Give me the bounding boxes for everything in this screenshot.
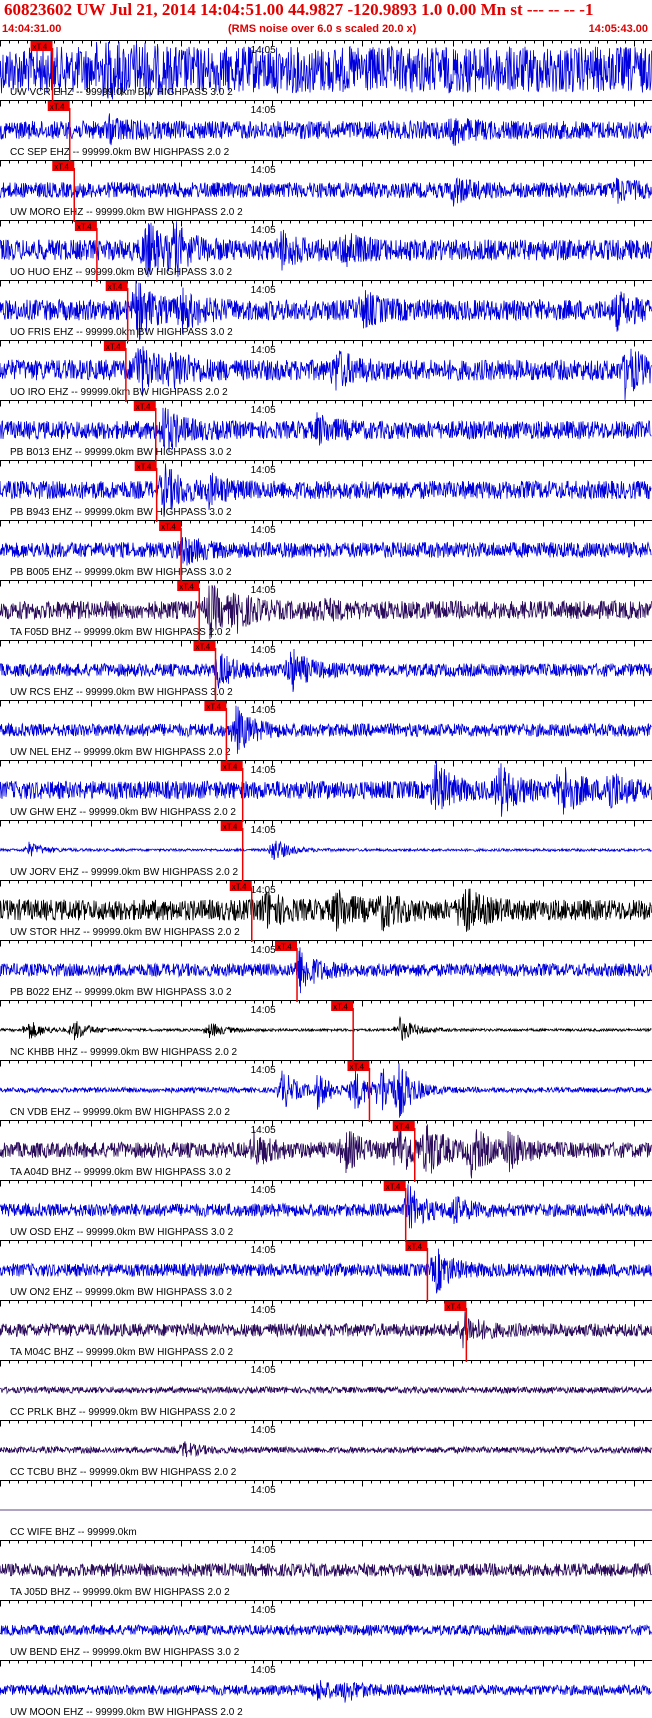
pick-label: xT.4 [333, 1003, 348, 1012]
waveform [0, 648, 652, 692]
time-marker-label: 14:05 [251, 945, 276, 956]
trace-label: PB B013 EHZ -- 99999.0km BW HIGHPASS 3.0… [10, 447, 232, 458]
time-marker-label: 14:05 [251, 1245, 276, 1256]
trace-label: UW VCR EHZ -- 99999.0km BW HIGHPASS 3.0 … [10, 87, 233, 98]
trace-label: TA F05D BHZ -- 99999.0km BW HIGHPASS 2.0… [10, 627, 231, 638]
trace-label: PB B005 EHZ -- 99999.0km BW HIGHPASS 3.0… [10, 567, 232, 578]
waveform [0, 177, 652, 207]
trace-label: UO HUO EHZ -- 99999.0km BW HIGHPASS 3.0 … [10, 267, 233, 278]
waveform [0, 1680, 652, 1703]
end-time: 14:05:43.00 [588, 23, 648, 35]
time-marker-label: 14:05 [251, 225, 276, 236]
pick-label: xT.4 [223, 763, 238, 772]
time-marker-label: 14:05 [251, 705, 276, 716]
pick-label: xT.4 [33, 43, 48, 52]
pick-label: xT.4 [136, 403, 151, 412]
time-marker-label: 14:05 [251, 105, 276, 116]
event-title: 60823602 UW Jul 21, 2014 14:04:51.00 44.… [4, 0, 594, 19]
trace-label: UW STOR HHZ -- 99999.0km BW HIGHPASS 2.0… [10, 927, 240, 938]
trace-label: UW RCS EHZ -- 99999.0km BW HIGHPASS 3.0 … [10, 687, 233, 698]
waveform [0, 1441, 652, 1458]
pick-label: xT.4 [277, 943, 292, 952]
trace-label: TA M04C BHZ -- 99999.0km BW HIGHPASS 2.0… [10, 1347, 233, 1358]
trace-label: TA J05D BHZ -- 99999.0km BW HIGHPASS 2.0… [10, 1587, 230, 1598]
time-marker-label: 14:05 [251, 285, 276, 296]
time-marker-label: 14:05 [251, 645, 276, 656]
waveform [0, 888, 652, 932]
pick-label: xT.4 [196, 643, 211, 652]
start-time: 14:04:31.00 [2, 23, 62, 35]
waveform [0, 1623, 652, 1637]
trace-label: UW MOON EHZ -- 99999.0km BW HIGHPASS 2.0… [10, 1707, 243, 1718]
waveform [0, 1562, 652, 1578]
time-marker-label: 14:05 [251, 1605, 276, 1616]
pick-label: xT.4 [223, 823, 238, 832]
pick-label: xT.4 [232, 883, 247, 892]
trace-label: PB B943 EHZ -- 99999.0km BW HIGHPASS 3.0… [10, 507, 232, 518]
pick-label: xT.4 [137, 463, 152, 472]
time-marker-label: 14:05 [251, 405, 276, 416]
trace-label: CC WIFE BHZ -- 99999.0km [10, 1527, 137, 1538]
pick-label: xT.4 [407, 1243, 422, 1252]
trace-label: NC KHBB HHZ -- 99999.0km BW HIGHPASS 2.0… [10, 1047, 238, 1058]
time-marker-label: 14:05 [251, 345, 276, 356]
trace-label: CN VDB EHZ -- 99999.0km BW HIGHPASS 2.0 … [10, 1107, 230, 1118]
trace-label: TA A04D BHZ -- 99999.0km BW HIGHPASS 3.0… [10, 1167, 231, 1178]
time-marker-label: 14:05 [251, 165, 276, 176]
trace-label: UW BEND EHZ -- 99999.0km BW HIGHPASS 3.0… [10, 1647, 240, 1658]
pick-label: xT.4 [206, 703, 221, 712]
waveform [0, 840, 652, 860]
trace-label: CC TCBU BHZ -- 99999.0km BW HIGHPASS 2.0… [10, 1467, 237, 1478]
time-marker-label: 14:05 [251, 1365, 276, 1376]
trace-label: CC SEP EHZ -- 99999.0km BW HIGHPASS 2.0 … [10, 147, 230, 158]
trace-label: UW OSD EHZ -- 99999.0km BW HIGHPASS 3.0 … [10, 1227, 234, 1238]
time-marker-label: 14:05 [251, 1125, 276, 1136]
time-marker-label: 14:05 [251, 465, 276, 476]
time-marker-label: 14:05 [251, 1065, 276, 1076]
trace-label: CC PRLK BHZ -- 99999.0km BW HIGHPASS 2.0… [10, 1407, 236, 1418]
pick-label: xT.4 [50, 103, 65, 112]
waveform [0, 537, 652, 566]
trace-label: UW MORO EHZ -- 99999.0km BW HIGHPASS 2.0… [10, 207, 243, 218]
time-marker-label: 14:05 [251, 1425, 276, 1436]
time-marker-label: 14:05 [251, 1185, 276, 1196]
time-marker-label: 14:05 [251, 885, 276, 896]
waveform [0, 1311, 652, 1349]
time-marker-label: 14:05 [251, 45, 276, 56]
pick-label: xT.4 [54, 163, 69, 172]
pick-label: xT.4 [349, 1063, 364, 1072]
pick-label: xT.4 [395, 1123, 410, 1132]
pick-label: xT.4 [106, 343, 121, 352]
trace-label: UW ON2 EHZ -- 99999.0km BW HIGHPASS 3.0 … [10, 1287, 233, 1298]
time-marker-label: 14:05 [251, 1485, 276, 1496]
trace-label: UO IRO EHZ -- 99999.0km BW HIGHPASS 2.0 … [10, 387, 228, 398]
waveform [0, 113, 652, 146]
record-header: 60823602 UW Jul 21, 2014 14:04:51.00 44.… [0, 0, 652, 40]
time-marker-label: 14:05 [251, 585, 276, 596]
time-marker-label: 14:05 [251, 525, 276, 536]
pick-label: xT.4 [446, 1303, 461, 1312]
time-marker-label: 14:05 [251, 1305, 276, 1316]
time-marker-label: 14:05 [251, 1545, 276, 1556]
seismogram-chart: 14:05 UW VCR EHZ -- 99999.0km BW HIGHPASS… [0, 40, 652, 1718]
trace-label: UW GHW EHZ -- 99999.0km BW HIGHPASS 2.0 … [10, 807, 236, 818]
time-marker-label: 14:05 [251, 765, 276, 776]
trace-label: UO FRIS EHZ -- 99999.0km BW HIGHPASS 3.0… [10, 327, 233, 338]
pick-label: xT.4 [179, 583, 194, 592]
waveform [0, 1385, 652, 1395]
time-marker-label: 14:05 [251, 1005, 276, 1016]
pick-label: xT.4 [77, 223, 92, 232]
pick-label: xT.4 [108, 283, 123, 292]
waveform [0, 407, 652, 453]
time-marker-label: 14:05 [251, 1665, 276, 1676]
trace-label: UW JORV EHZ -- 99999.0km BW HIGHPASS 2.0… [10, 867, 238, 878]
trace-label: PB B022 EHZ -- 99999.0km BW HIGHPASS 3.0… [10, 987, 232, 998]
noise-note: (RMS noise over 6.0 s scaled 20.0 x) [228, 23, 417, 35]
waveform [0, 1015, 652, 1041]
trace-label: UW NEL EHZ -- 99999.0km BW HIGHPASS 2.0 … [10, 747, 231, 758]
pick-label: xT.4 [161, 523, 176, 532]
time-marker-label: 14:05 [251, 825, 276, 836]
pick-label: xT.4 [386, 1183, 401, 1192]
waveform [0, 1184, 652, 1229]
